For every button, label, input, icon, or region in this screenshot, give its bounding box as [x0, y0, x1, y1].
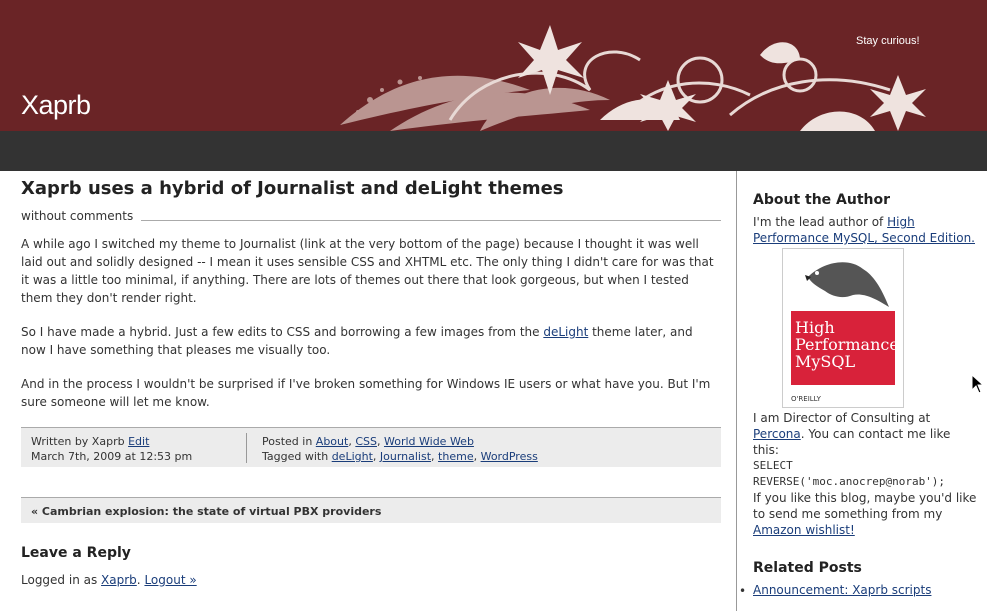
category-link-www[interactable]: World Wide Web: [384, 435, 474, 448]
categories-line: Posted in About, CSS, World Wide Web: [262, 435, 474, 448]
tags-line: Tagged with deLight, Journalist, theme, …: [262, 450, 538, 463]
post-meta: without comments: [21, 209, 721, 227]
percona-link[interactable]: Percona: [753, 427, 801, 441]
previous-post-link[interactable]: « Cambrian explosion: the state of virtu…: [31, 505, 381, 518]
edit-link[interactable]: Edit: [128, 435, 149, 448]
site-tagline: Stay curious!: [856, 35, 920, 47]
posted-in-label: Posted in: [262, 435, 316, 448]
leave-reply-heading: Leave a Reply: [21, 545, 131, 561]
tag-link-theme[interactable]: theme: [438, 450, 474, 463]
director-text: I am Director of Consulting at Percona. …: [753, 410, 978, 458]
logout-link[interactable]: Logout »: [144, 573, 196, 587]
wishlist-text: If you like this blog, maybe you'd like …: [753, 490, 978, 538]
floral-banner-image: [340, 25, 926, 131]
bullet-icon: •: [739, 584, 747, 598]
written-by-line: Written by Xaprb Edit: [31, 434, 192, 449]
tag-link-journalist[interactable]: Journalist: [380, 450, 431, 463]
related-post-link[interactable]: Announcement: Xaprb scripts: [753, 583, 931, 597]
logged-in-line: Logged in as Xaprb. Logout »: [21, 573, 197, 587]
post-date: March 7th, 2009 at 12:53 pm: [31, 450, 193, 463]
comments-count: without comments: [21, 209, 142, 223]
post-paragraph-3: And in the process I wouldn't be surpris…: [21, 377, 711, 409]
publisher-label: O'REILLY: [791, 395, 821, 403]
written-by-label: Written by Xaprb: [31, 435, 129, 448]
related-posts-heading: Related Posts: [753, 560, 862, 576]
book-cover-title: High Performance MySQL: [795, 318, 899, 371]
post-author-info: Written by Xaprb Edit March 7th, 2009 at…: [31, 434, 192, 464]
tag-link-wordpress[interactable]: WordPress: [481, 450, 538, 463]
p2-text-before: So I have made a hybrid. Just a few edit…: [21, 325, 544, 339]
main-content: Xaprb uses a hybrid of Journalist and de…: [21, 176, 721, 587]
post-title: Xaprb uses a hybrid of Journalist and de…: [21, 178, 564, 199]
sidebar: About the Author I'm the lead author of …: [736, 171, 987, 611]
amazon-wishlist-link[interactable]: Amazon wishlist!: [753, 523, 855, 537]
nav-bar: [0, 131, 987, 171]
post-info-divider: [246, 433, 247, 463]
previous-post-nav[interactable]: « Cambrian explosion: the state of virtu…: [21, 497, 721, 523]
tagged-with-label: Tagged with: [262, 450, 332, 463]
site-title-link[interactable]: Xaprb: [21, 90, 91, 121]
about-author-heading: About the Author: [753, 192, 891, 208]
meta-divider: [134, 220, 721, 221]
post-body: A while ago I switched my theme to Journ…: [21, 235, 721, 411]
category-link-css[interactable]: CSS: [355, 435, 377, 448]
book-cover-image[interactable]: High Performance MySQL O'REILLY: [782, 248, 904, 408]
hawk-illustration-icon: [805, 262, 889, 307]
site-header: Xaprb Stay curious!: [0, 0, 987, 131]
post-paragraph-2: So I have made a hybrid. Just a few edit…: [21, 323, 721, 359]
sidebar-inner: About the Author I'm the lead author of …: [739, 192, 978, 598]
category-link-about[interactable]: About: [316, 435, 349, 448]
user-profile-link[interactable]: Xaprb: [101, 573, 137, 587]
post-info-box: Written by Xaprb Edit March 7th, 2009 at…: [21, 427, 721, 467]
director-label: I am Director of Consulting at: [753, 411, 931, 425]
mouse-cursor-icon: [971, 374, 985, 394]
wishlist-label: If you like this blog, maybe you'd like …: [753, 491, 977, 521]
about-intro-text: I'm the lead author of: [753, 215, 888, 229]
logged-in-label: Logged in as: [21, 573, 102, 587]
related-post-item: • Announcement: Xaprb scripts: [739, 582, 978, 598]
post-taxonomy: Posted in About, CSS, World Wide Web Tag…: [262, 434, 538, 464]
sql-line-2: REVERSE('moc.anocrep@norab');: [753, 475, 946, 488]
delight-link[interactable]: deLight: [543, 325, 588, 339]
post-paragraph-1: A while ago I switched my theme to Journ…: [21, 237, 714, 305]
sql-line-1: SELECT: [753, 459, 793, 472]
about-intro: I'm the lead author of High Performance …: [753, 214, 978, 246]
tag-link-delight[interactable]: deLight: [332, 450, 373, 463]
